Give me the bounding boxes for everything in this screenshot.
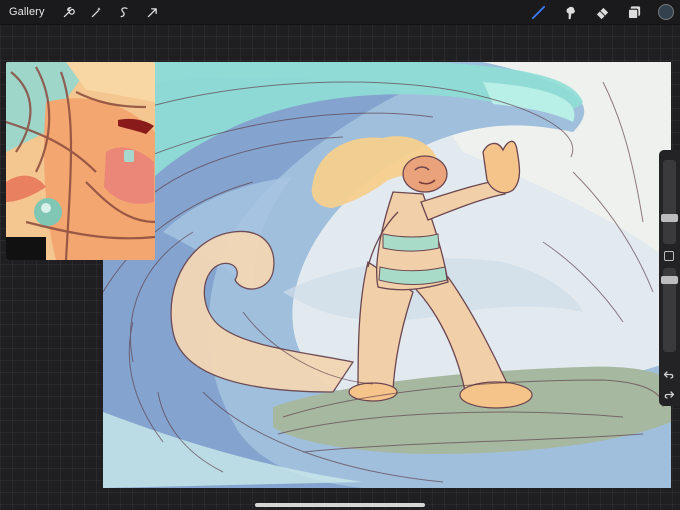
color-picker-swatch[interactable] <box>658 4 674 20</box>
selection-icon[interactable] <box>117 4 133 20</box>
wrench-icon[interactable] <box>61 4 77 20</box>
eraser-icon[interactable] <box>594 4 610 20</box>
top-toolbar: Gallery <box>0 0 680 25</box>
gallery-button[interactable]: Gallery <box>9 6 45 18</box>
front-foot <box>459 381 533 409</box>
undo-arrow-icon[interactable] <box>663 368 675 380</box>
brush-size-slider[interactable] <box>661 160 678 244</box>
opacity-slider[interactable] <box>661 268 678 352</box>
drawing-canvas[interactable] <box>103 62 671 488</box>
opacity-thumb[interactable] <box>661 276 678 284</box>
head <box>402 155 448 193</box>
brush-icon[interactable] <box>530 4 546 20</box>
transform-arrow-icon[interactable] <box>145 4 161 20</box>
magic-wand-icon[interactable] <box>89 4 105 20</box>
layers-icon[interactable] <box>626 4 642 20</box>
home-indicator <box>255 503 425 507</box>
sidebar-controls <box>659 150 680 406</box>
redo-arrow-icon[interactable] <box>663 388 675 400</box>
brush-size-thumb[interactable] <box>661 214 678 222</box>
reference-window[interactable] <box>6 62 155 260</box>
artwork <box>103 62 671 488</box>
smudge-icon[interactable] <box>562 4 578 20</box>
reference-image <box>6 62 155 260</box>
back-foot <box>348 382 398 402</box>
modify-button[interactable] <box>664 251 674 261</box>
